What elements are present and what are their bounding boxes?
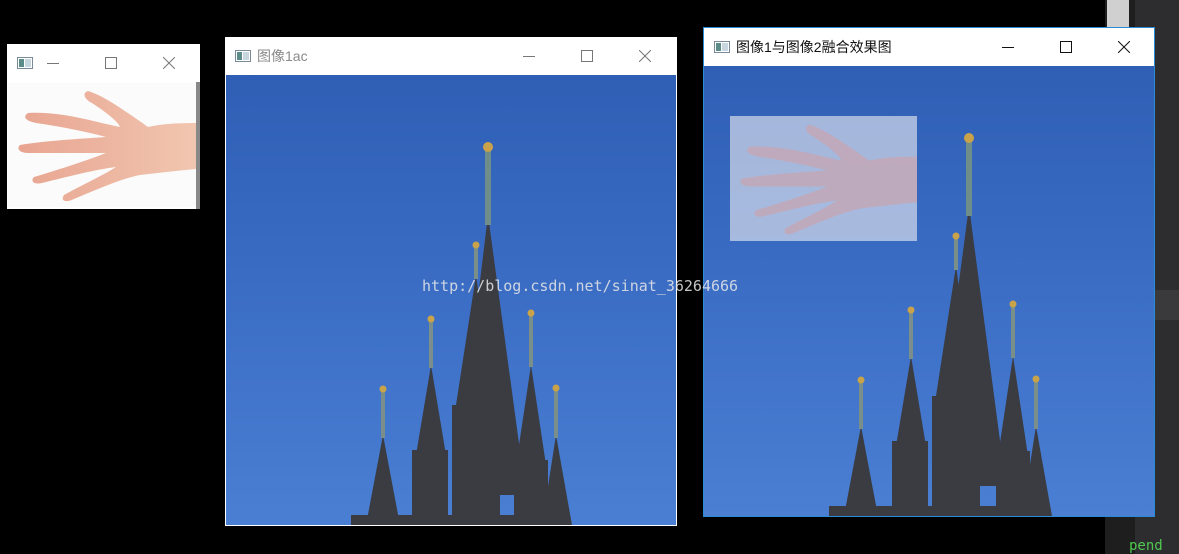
code-fragment: pend bbox=[1129, 538, 1163, 554]
minimize-icon bbox=[1002, 47, 1014, 48]
titlebar[interactable]: 图像1ac bbox=[225, 37, 677, 75]
blended-hand-overlay bbox=[730, 116, 917, 241]
close-button[interactable] bbox=[622, 37, 668, 75]
window-title: 图像1与图像2融合效果图 bbox=[736, 39, 892, 55]
blended-image bbox=[704, 66, 1154, 516]
minimize-button[interactable] bbox=[30, 44, 76, 82]
maximize-icon bbox=[105, 57, 117, 69]
cathedral-image bbox=[226, 75, 676, 525]
minimize-button[interactable] bbox=[506, 37, 552, 75]
titlebar[interactable]: 图像1与图像2融合效果图 bbox=[704, 28, 1154, 66]
maximize-button[interactable] bbox=[564, 37, 610, 75]
minimize-icon bbox=[47, 63, 59, 64]
close-button[interactable] bbox=[146, 44, 192, 82]
minimize-icon bbox=[523, 56, 535, 57]
maximize-button[interactable] bbox=[1043, 28, 1089, 66]
maximize-icon bbox=[581, 50, 593, 62]
cathedral-image-window[interactable]: 图像1ac bbox=[225, 37, 677, 526]
cathedral-spires bbox=[351, 142, 572, 525]
close-button[interactable] bbox=[1101, 28, 1147, 66]
editor-marker bbox=[1153, 290, 1179, 320]
window-title: 图像1ac bbox=[257, 48, 308, 64]
titlebar[interactable] bbox=[7, 44, 200, 82]
blend-result-window[interactable]: 图像1与图像2融合效果图 bbox=[703, 27, 1155, 517]
scrollbar-thumb[interactable] bbox=[1107, 0, 1129, 28]
opencv-window-icon bbox=[714, 41, 730, 53]
close-icon bbox=[163, 57, 175, 69]
maximize-icon bbox=[1060, 41, 1072, 53]
hand-image bbox=[8, 83, 196, 207]
close-icon bbox=[1118, 41, 1130, 53]
window-edge bbox=[196, 82, 200, 209]
close-icon bbox=[639, 50, 651, 62]
hand-image-window[interactable] bbox=[7, 44, 200, 209]
maximize-button[interactable] bbox=[88, 44, 134, 82]
opencv-window-icon bbox=[235, 50, 251, 62]
minimize-button[interactable] bbox=[985, 28, 1031, 66]
